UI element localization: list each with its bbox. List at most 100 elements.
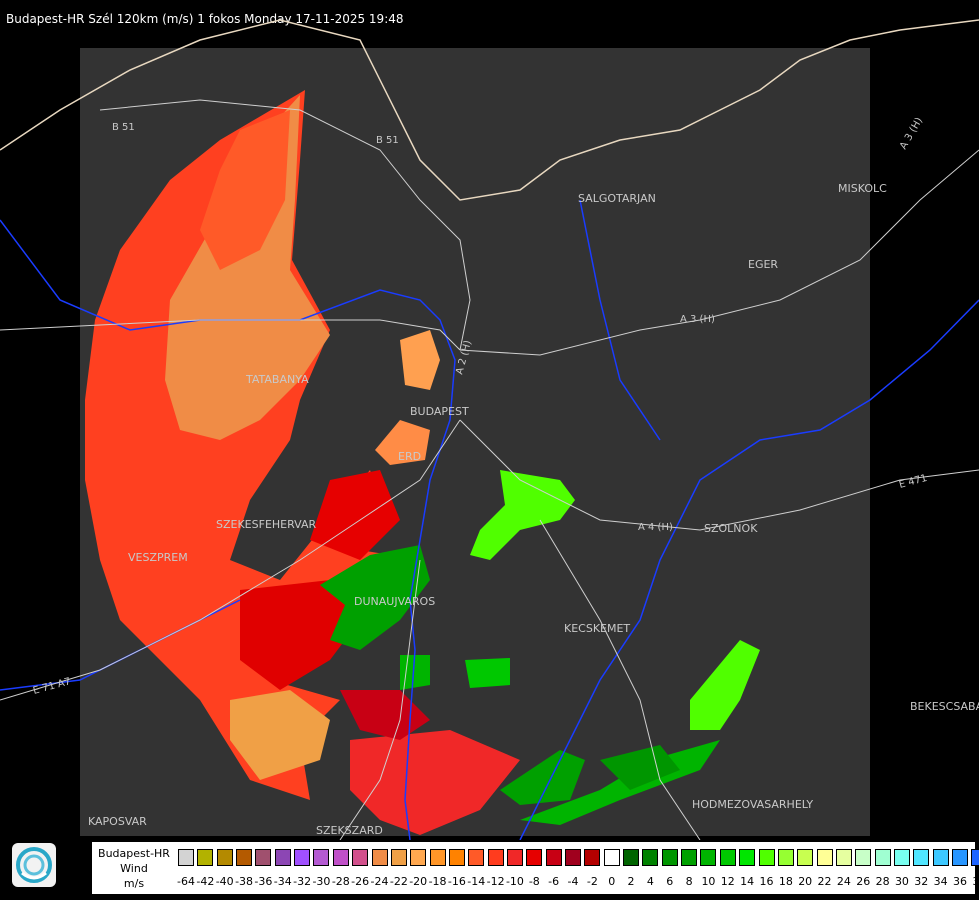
- legend-swatch: [777, 849, 794, 866]
- legend-tick-label: -14: [467, 875, 486, 888]
- legend-tick-label: -24: [370, 875, 389, 888]
- legend-swatch: [758, 849, 775, 866]
- legend-swatch: [584, 849, 601, 866]
- legend-swatch: [545, 849, 562, 866]
- legend-swatch: [855, 849, 872, 866]
- legend-swatch: [506, 849, 523, 866]
- legend-swatch: [623, 849, 640, 866]
- legend-swatch: [932, 849, 949, 866]
- legend-tick-label: 2: [627, 875, 635, 888]
- legend-tick-label: 38: [972, 875, 979, 888]
- road-label-a3-north: A 3 (H): [898, 116, 925, 152]
- legend-swatch: [874, 849, 891, 866]
- legend-tick-label: -6: [548, 875, 560, 888]
- legend-tick-label: 6: [666, 875, 674, 888]
- legend-tick-label: -30: [312, 875, 331, 888]
- legend-tick-label: -2: [586, 875, 598, 888]
- road-label-a3: A 3 (H): [680, 314, 715, 325]
- legend-tick-label: -28: [331, 875, 350, 888]
- wind-legend: Budapest-HR Wind m/s -64 -42 -40 -38 -36 -34-…: [92, 842, 979, 894]
- legend-swatch: [642, 849, 659, 866]
- city-erd: ERD: [398, 450, 421, 463]
- swirl-logo-icon: [16, 847, 52, 883]
- legend-swatch: [352, 849, 369, 866]
- legend-tick-label: -64: [177, 875, 195, 888]
- legend-title-wind: Wind: [120, 862, 148, 875]
- city-dunaujvaros: DUNAUJVAROS: [354, 595, 435, 608]
- city-budapest: BUDAPEST: [410, 405, 469, 418]
- road-label-a4: A 4 (H): [638, 522, 673, 533]
- met-service-logo: [12, 843, 56, 887]
- legend-swatch: [952, 849, 968, 866]
- legend-tick-label: 18: [778, 875, 793, 888]
- city-bekescsaba: BEKESCSABA: [910, 700, 979, 713]
- legend-tick-label: -4: [567, 875, 579, 888]
- legend-swatch: [178, 849, 194, 866]
- legend-tick-label: 28: [875, 875, 890, 888]
- road-label-e471: E 471: [898, 473, 928, 491]
- city-eger: EGER: [748, 258, 778, 271]
- legend-swatch: [216, 849, 233, 866]
- city-szolnok: SZOLNOK: [704, 522, 758, 535]
- legend-swatch: [661, 849, 678, 866]
- legend-swatch: [410, 849, 427, 866]
- legend-tick-label: -16: [447, 875, 466, 888]
- legend-tick-label: -32: [293, 875, 312, 888]
- legend-swatch: [390, 849, 407, 866]
- legend-swatch: [835, 849, 852, 866]
- legend-tick-label: -22: [389, 875, 408, 888]
- city-szekesfehervar: SZEKESFEHERVAR: [216, 518, 317, 531]
- legend-tick-label: 4: [646, 875, 654, 888]
- legend-tick-label: 26: [856, 875, 871, 888]
- city-salgotarjan: SALGOTARJAN: [578, 192, 656, 205]
- legend-tick-label: -8: [528, 875, 540, 888]
- legend-swatch: [739, 849, 756, 866]
- legend-swatch: [700, 849, 717, 866]
- legend-tick-label: 0: [608, 875, 616, 888]
- legend-swatch: [681, 849, 698, 866]
- legend-swatch: [255, 849, 272, 866]
- legend-title: Budapest-HR Wind m/s: [92, 846, 176, 891]
- legend-swatch: [468, 849, 485, 866]
- legend-tick-label: 14: [740, 875, 755, 888]
- legend-tick-label: -42: [196, 875, 215, 888]
- legend-tick-label: -40: [215, 875, 234, 888]
- legend-tick-label: -12: [486, 875, 505, 888]
- legend-swatch: [719, 849, 736, 866]
- road-label-b51-west: B 51: [112, 122, 135, 133]
- legend-tick-label: 32: [914, 875, 929, 888]
- legend-swatch: [371, 849, 388, 866]
- legend-swatch: [603, 849, 620, 866]
- city-hodmezovasarhely: HODMEZOVASARHELY: [692, 798, 813, 811]
- legend-swatch: [429, 849, 446, 866]
- legend-swatch: [526, 849, 543, 866]
- legend-tick-label: -38: [235, 875, 254, 888]
- legend-swatch: [294, 849, 311, 866]
- legend-tick-label: -20: [409, 875, 428, 888]
- legend-swatch: [274, 849, 291, 866]
- legend-swatch: [236, 849, 253, 866]
- legend-swatch: [332, 849, 349, 866]
- legend-swatch: [565, 849, 581, 866]
- city-kecskemet: KECSKEMET: [564, 622, 630, 635]
- road-label-b51-east: B 51: [376, 135, 399, 146]
- legend-tick-label: 30: [894, 875, 909, 888]
- city-miskolc: MISKOLC: [838, 182, 887, 195]
- legend-swatch: [197, 849, 214, 866]
- city-veszprem: VESZPREM: [128, 551, 188, 564]
- legend-tick-label: -26: [351, 875, 370, 888]
- legend-title-radar: Budapest-HR: [98, 847, 170, 860]
- road-label-e71-a7: E 71 A7: [32, 676, 72, 697]
- legend-tick-label: 10: [701, 875, 716, 888]
- legend-tick-label: 24: [836, 875, 851, 888]
- legend-tick-label: 34: [933, 875, 948, 888]
- legend-tick-label: 36: [953, 875, 967, 888]
- legend-swatch: [893, 849, 910, 866]
- legend-title-unit: m/s: [123, 877, 145, 890]
- legend-tick-label: 8: [685, 875, 693, 888]
- city-kaposvar: KAPOSVAR: [88, 815, 147, 828]
- radar-map: SALGOTARJAN MISKOLC EGER TATABANYA BUDAP…: [0, 19, 979, 840]
- legend-tick-label: 16: [759, 875, 774, 888]
- legend-tick-label: 12: [720, 875, 735, 888]
- legend-swatch: [816, 849, 833, 866]
